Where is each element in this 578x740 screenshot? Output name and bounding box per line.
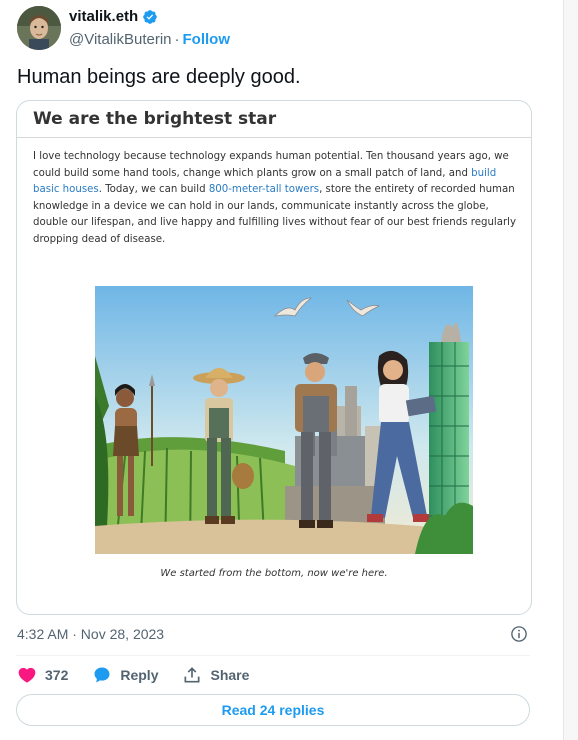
- illustration-caption: We started from the bottom, now we're he…: [160, 568, 388, 579]
- card-body-part2: . Today, we can build: [98, 184, 209, 196]
- author-handle-row: @VitalikButerin · Follow: [69, 31, 230, 48]
- article-illustration: [95, 286, 473, 554]
- like-button[interactable]: 372: [17, 665, 68, 685]
- verified-badge-icon: [143, 9, 158, 24]
- avatar-image: [17, 6, 61, 50]
- card-body-text: I love technology because technology exp…: [33, 149, 525, 249]
- card-body-part1: I love technology because technology exp…: [33, 151, 509, 179]
- read-replies-button[interactable]: Read 24 replies: [16, 694, 530, 726]
- article-card[interactable]: We are the brightest star I love technol…: [16, 100, 532, 615]
- heart-icon: [18, 667, 36, 683]
- tweet-text: Human beings are deeply good.: [17, 66, 301, 88]
- info-icon[interactable]: [510, 625, 528, 643]
- tall-towers-link[interactable]: 800-meter-tall towers: [209, 184, 319, 195]
- follow-button[interactable]: Follow: [183, 31, 231, 48]
- share-icon: [184, 667, 200, 683]
- avatar[interactable]: [17, 6, 61, 50]
- separator-dot: ·: [174, 31, 180, 48]
- card-divider: [17, 137, 531, 138]
- author-display-name[interactable]: vitalik.eth: [69, 8, 138, 25]
- author-handle[interactable]: @VitalikButerin: [69, 31, 172, 48]
- reply-label: Reply: [120, 667, 159, 683]
- actions-divider: [16, 655, 530, 656]
- share-button[interactable]: Share: [182, 665, 249, 685]
- tweet-timestamp[interactable]: 4:32 AM · Nov 28, 2023: [17, 626, 164, 642]
- likes-count: 372: [45, 667, 69, 683]
- reply-button[interactable]: Reply: [92, 665, 158, 685]
- card-title: We are the brightest star: [33, 109, 277, 129]
- share-label: Share: [210, 667, 250, 683]
- scrollbar[interactable]: [563, 0, 578, 740]
- actions-bar: 372 Reply Share: [17, 664, 273, 686]
- reply-bubble-icon: [94, 667, 110, 683]
- author-name-row[interactable]: vitalik.eth: [69, 8, 158, 25]
